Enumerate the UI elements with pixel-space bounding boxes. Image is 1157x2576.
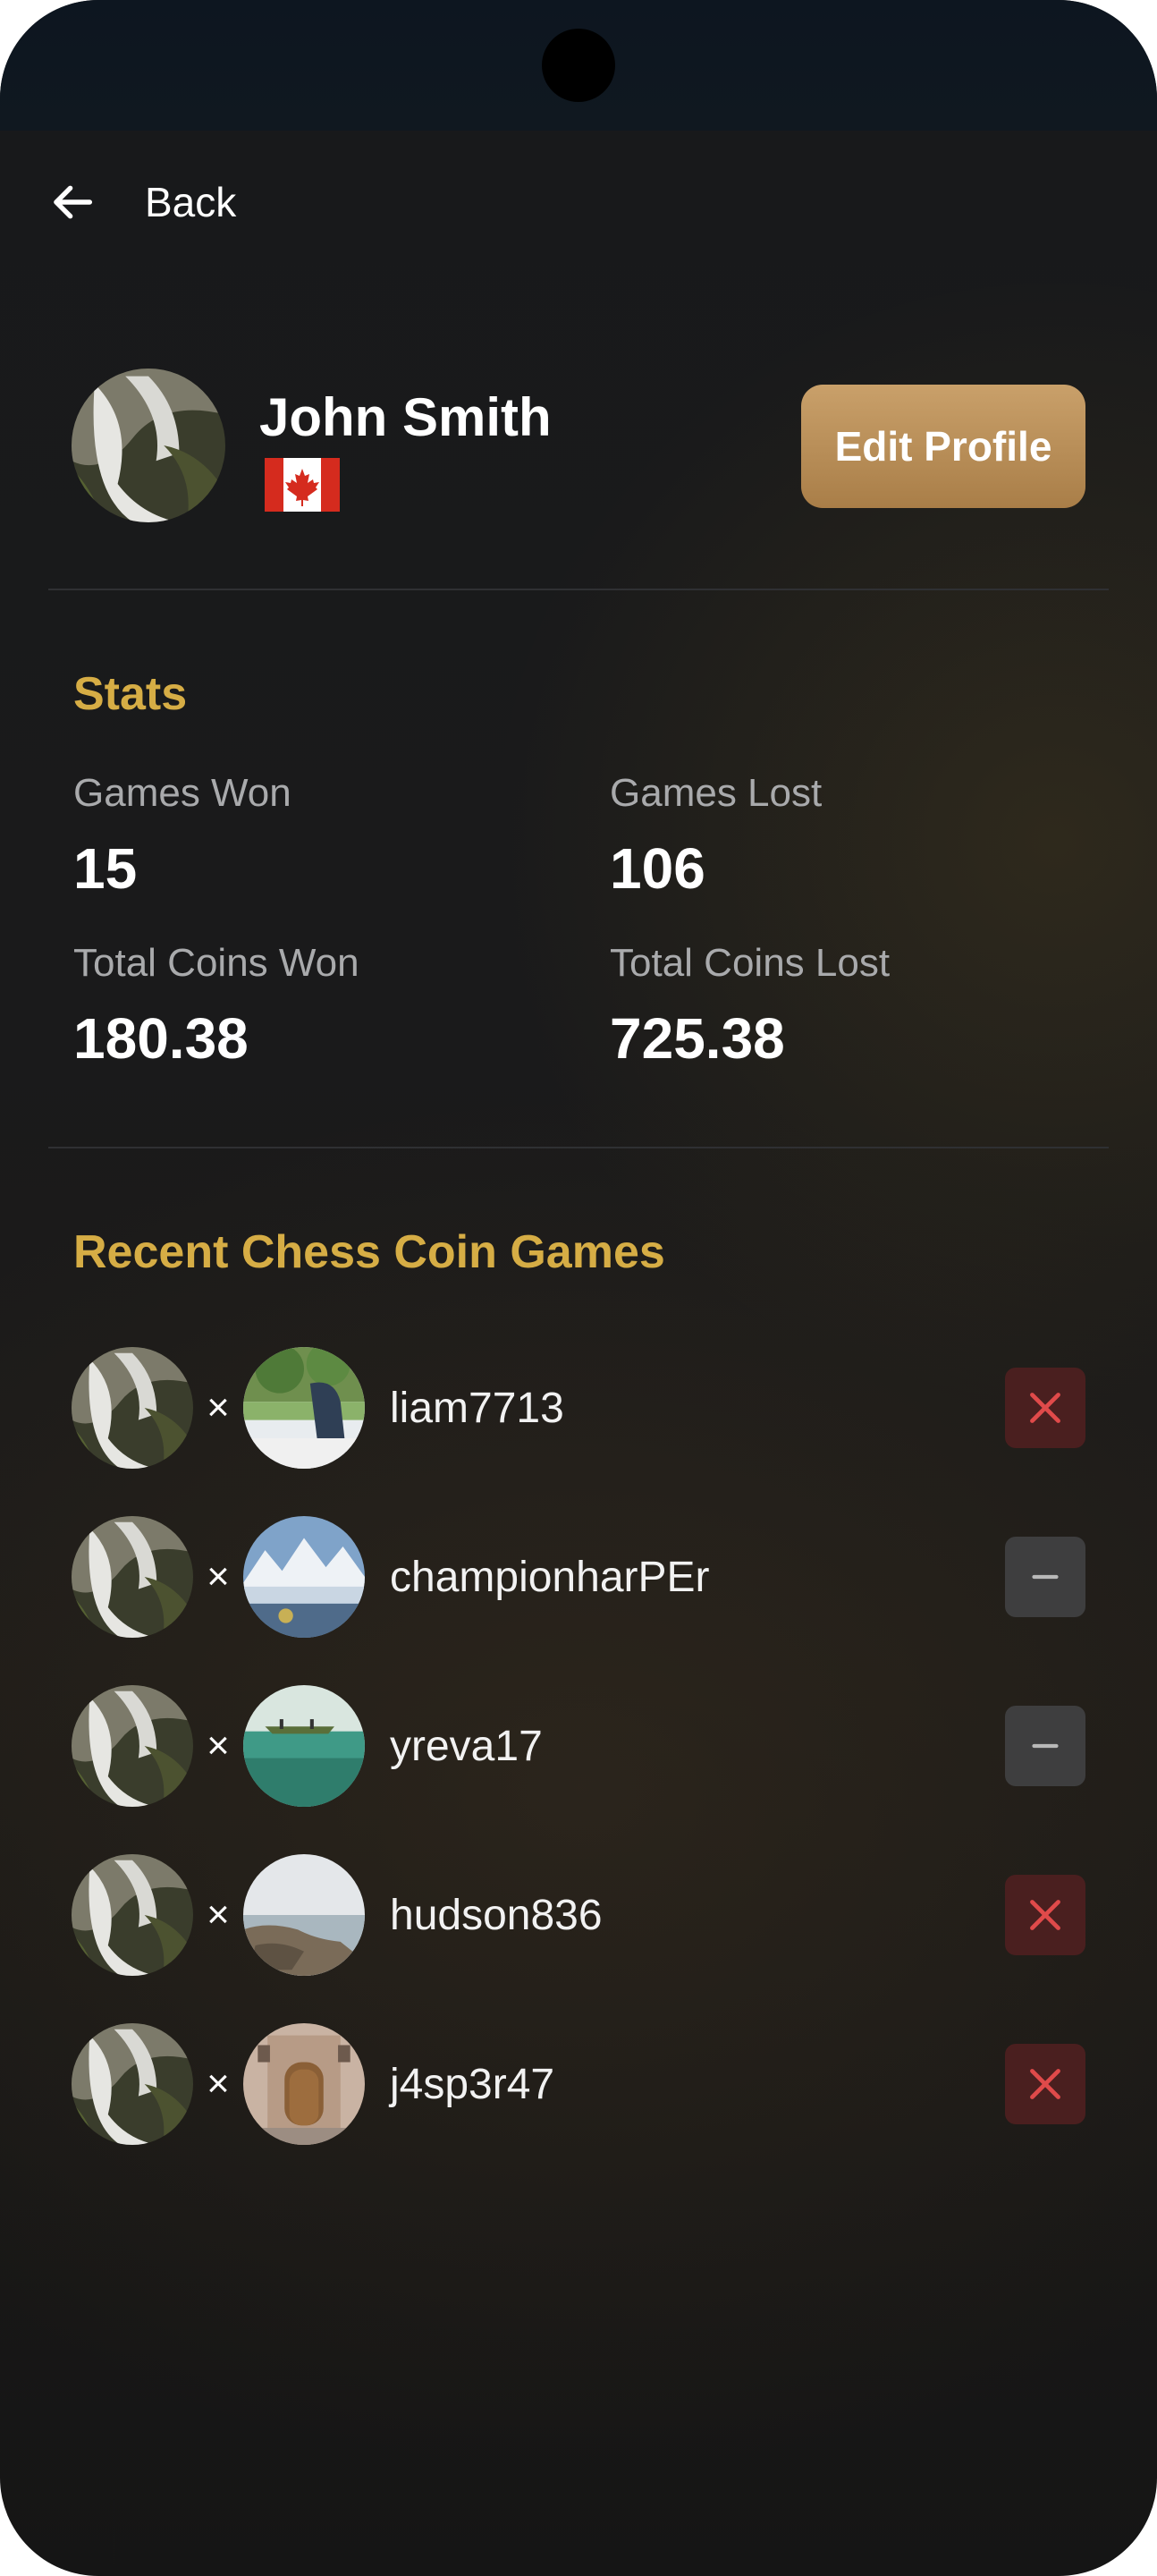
profile-name: John Smith: [259, 387, 552, 447]
divider: [48, 1147, 1109, 1148]
back-label: Back: [145, 179, 237, 225]
profile-avatar[interactable]: [72, 369, 225, 522]
edit-profile-button[interactable]: Edit Profile: [801, 385, 1085, 508]
opponent-username: liam7713: [390, 1384, 564, 1432]
back-button[interactable]: Back: [46, 170, 236, 234]
versus-symbol: ×: [207, 1385, 230, 1429]
draw-badge[interactable]: [1005, 1706, 1085, 1786]
games-lost-value: 106: [610, 836, 705, 901]
recent-games-title: Recent Chess Coin Games: [73, 1226, 665, 1278]
minus-icon: [1032, 1574, 1059, 1580]
game-row[interactable]: × liam7713: [72, 1347, 1085, 1469]
player-avatar: [72, 1685, 193, 1807]
app-screen: Back John Smith Edit Profile Stats Games…: [0, 0, 1157, 2576]
game-row[interactable]: × hudson836: [72, 1854, 1085, 1976]
player-avatar: [72, 1347, 193, 1469]
loss-badge[interactable]: [1005, 1875, 1085, 1955]
player-avatar: [72, 1854, 193, 1976]
versus-symbol: ×: [207, 1893, 230, 1936]
opponent-username: championharPEr: [390, 1553, 710, 1601]
draw-badge[interactable]: [1005, 1537, 1085, 1617]
opponent-avatar: [243, 1854, 365, 1976]
game-row[interactable]: × championharPEr: [72, 1516, 1085, 1638]
versus-symbol: ×: [207, 2062, 230, 2106]
versus-symbol: ×: [207, 1555, 230, 1598]
opponent-username: yreva17: [390, 1722, 543, 1770]
opponent-username: j4sp3r47: [390, 2060, 555, 2108]
opponent-username: hudson836: [390, 1891, 603, 1939]
coins-won-value: 180.38: [73, 1006, 249, 1071]
status-bar: [0, 0, 1157, 131]
close-icon: [1030, 2069, 1060, 2099]
coins-lost-label: Total Coins Lost: [610, 941, 891, 985]
canada-flag-icon: [265, 458, 340, 512]
close-icon: [1030, 1900, 1060, 1930]
opponent-avatar: [243, 1685, 365, 1807]
game-row[interactable]: × j4sp3r47: [72, 2023, 1085, 2145]
player-avatar: [72, 2023, 193, 2145]
opponent-avatar: [243, 2023, 365, 2145]
arrow-left-icon: [54, 185, 93, 219]
coins-won-label: Total Coins Won: [73, 941, 359, 985]
minus-icon: [1032, 1743, 1059, 1749]
loss-badge[interactable]: [1005, 1368, 1085, 1448]
front-camera: [542, 29, 615, 102]
opponent-avatar: [243, 1347, 365, 1469]
player-avatar: [72, 1516, 193, 1638]
stats-title: Stats: [73, 668, 188, 720]
versus-symbol: ×: [207, 1724, 230, 1767]
games-lost-label: Games Lost: [610, 771, 823, 815]
games-won-label: Games Won: [73, 771, 291, 815]
divider: [48, 589, 1109, 590]
opponent-avatar: [243, 1516, 365, 1638]
games-won-value: 15: [73, 836, 138, 901]
loss-badge[interactable]: [1005, 2044, 1085, 2124]
close-icon: [1030, 1393, 1060, 1423]
coins-lost-value: 725.38: [610, 1006, 785, 1071]
game-row[interactable]: × yreva17: [72, 1685, 1085, 1807]
